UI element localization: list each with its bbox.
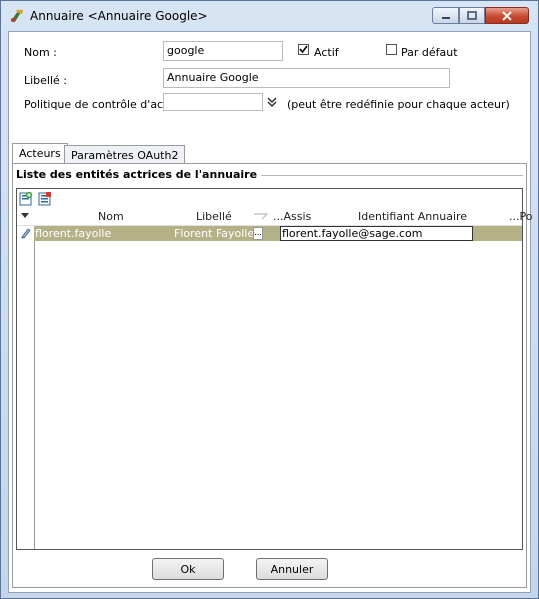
column-header-assis[interactable]: ...Assis [273, 210, 311, 223]
row-gutter [17, 209, 35, 549]
section-title: Liste des entités actrices de l'annuaire [16, 168, 262, 181]
politique-dropdown-button[interactable] [263, 93, 281, 111]
dialog-window: Annuaire <Annuaire Google> Nom : google … [0, 0, 539, 599]
cell-libelle[interactable]: Florent Fayolle [174, 226, 254, 241]
maximize-button[interactable] [459, 7, 485, 24]
cell-assis-button[interactable]: ... [253, 227, 263, 240]
nom-input[interactable]: google [163, 41, 283, 61]
cancel-button[interactable]: Annuler [256, 558, 328, 580]
double-chevron-down-icon [267, 97, 277, 107]
politique-hint: (peut être redéfinie pour chaque acteur) [287, 98, 510, 111]
minimize-icon [441, 16, 450, 19]
column-header-nom[interactable]: Nom [98, 210, 124, 223]
cell-identifiant-editor[interactable]: florent.fayolle@sage.com [280, 226, 473, 241]
libelle-input[interactable]: Annuaire Google [163, 68, 450, 88]
actif-label: Actif [314, 46, 339, 59]
ok-button[interactable]: Ok [152, 558, 224, 580]
column-header-po[interactable]: ...Po [509, 210, 532, 223]
filter-icon[interactable] [254, 213, 268, 221]
politique-select[interactable] [163, 93, 263, 111]
edit-pencil-icon [21, 228, 31, 239]
acteurs-panel: Liste des entités actrices de l'annuaire [12, 163, 532, 588]
par-defaut-checkbox[interactable] [386, 44, 397, 55]
close-button[interactable] [485, 7, 529, 24]
libelle-label: Libellé : [24, 74, 68, 87]
minimize-button[interactable] [432, 7, 459, 24]
close-icon [502, 10, 512, 21]
app-icon [11, 10, 23, 22]
column-header-identifiant[interactable]: Identifiant Annuaire [358, 210, 467, 223]
maximize-icon [467, 11, 477, 20]
delete-row-icon[interactable] [38, 191, 52, 206]
window-title: Annuaire <Annuaire Google> [30, 9, 208, 23]
add-row-icon[interactable] [19, 191, 33, 206]
politique-label: Politique de contrôle d'accè [24, 98, 176, 111]
par-defaut-label: Par défaut [401, 46, 458, 59]
dialog-client-area: Nom : google Actif Par défaut Libellé : … [8, 31, 532, 593]
header-dropdown-icon[interactable] [21, 213, 29, 219]
nom-label: Nom : [24, 46, 57, 59]
grid-header: Nom Libellé ...Assis Identifiant Annuair… [17, 209, 532, 226]
grid-toolbar [17, 189, 522, 209]
actors-grid: Nom Libellé ...Assis Identifiant Annuair… [16, 188, 532, 550]
tab-acteurs[interactable]: Acteurs [12, 143, 68, 165]
tab-parametres-oauth2[interactable]: Paramètres OAuth2 [64, 145, 186, 165]
column-header-libelle[interactable]: Libellé [196, 210, 232, 223]
title-bar[interactable]: Annuaire <Annuaire Google> [1, 1, 538, 31]
checkmark-icon [299, 45, 308, 54]
cell-nom[interactable]: florent.fayolle [35, 226, 111, 241]
actif-checkbox[interactable] [298, 44, 309, 55]
